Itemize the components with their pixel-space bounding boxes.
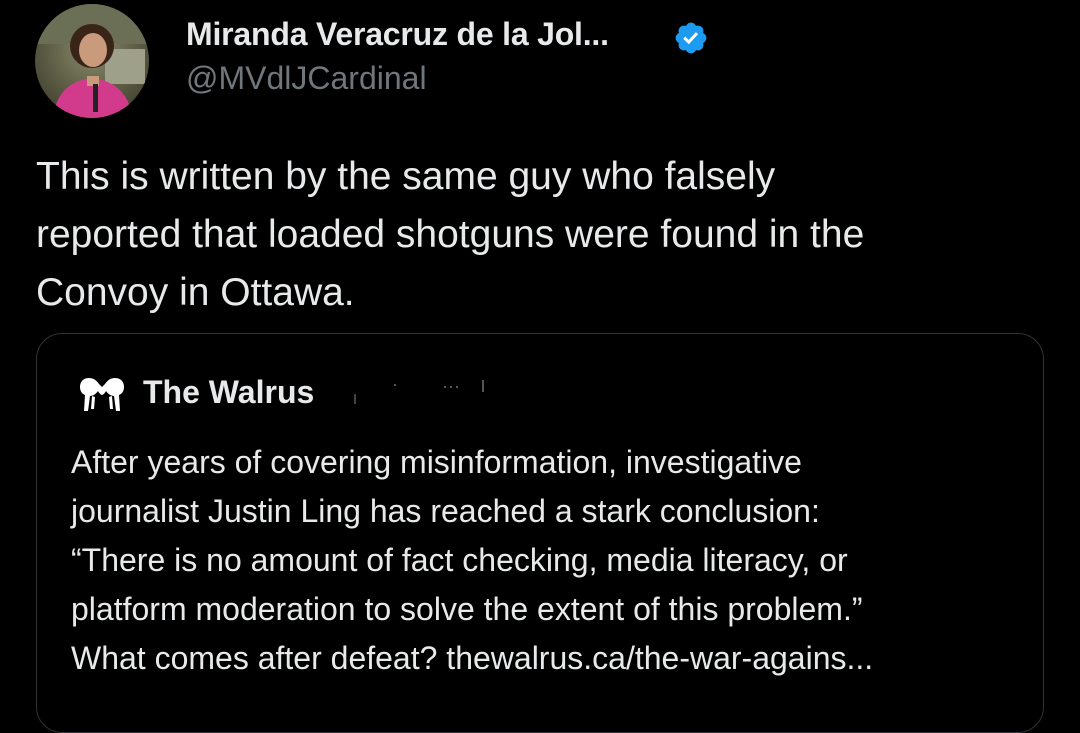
quoted-text-line: platform moderation to solve the extent … — [71, 591, 863, 627]
tweet-text-line: This is written by the same guy who fals… — [36, 155, 776, 198]
quoted-text-line: After years of covering misinformation, … — [71, 444, 802, 480]
author-avatar[interactable] — [35, 4, 149, 118]
quoted-author-name[interactable]: The Walrus — [143, 374, 314, 411]
quoted-text-line[interactable]: What comes after defeat? thewalrus.ca/th… — [71, 634, 1031, 683]
quoted-tweet-card[interactable]: The Walrus After years of covering misin… — [36, 333, 1044, 733]
quoted-text-line: journalist Justin Ling has reached a sta… — [71, 493, 820, 529]
quoted-tweet-text: After years of covering misinformation, … — [71, 438, 1031, 683]
verified-badge-icon[interactable] — [673, 20, 709, 56]
quoted-text-line: “There is no amount of fact checking, me… — [71, 542, 848, 578]
author-name[interactable]: Miranda Veracruz de la Jol... — [186, 16, 609, 53]
quoted-author-handle-redacted — [354, 380, 484, 404]
avatar-image — [35, 4, 149, 118]
walrus-logo-icon — [80, 378, 124, 411]
tweet-text: This is written by the same guy who fals… — [36, 148, 1046, 322]
tweet[interactable]: Miranda Veracruz de la Jol... @MVdlJCard… — [0, 0, 1080, 733]
tweet-text-line: Convoy in Ottawa. — [36, 271, 355, 314]
tweet-text-line: reported that loaded shotguns were found… — [36, 213, 865, 256]
author-handle[interactable]: @MVdlJCardinal — [186, 60, 427, 97]
